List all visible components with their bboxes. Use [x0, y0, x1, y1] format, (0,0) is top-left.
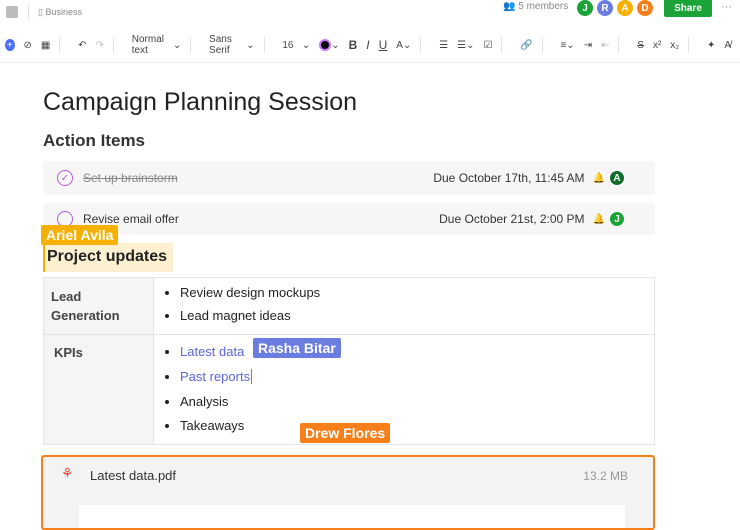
italic-icon[interactable]: I — [366, 38, 369, 52]
avatar[interactable]: R — [596, 0, 614, 17]
highlight-icon[interactable]: A⌄ — [396, 40, 411, 51]
task-due-date[interactable]: Due October 21st, 2:00 PM — [439, 212, 584, 226]
more-options-icon[interactable]: ··· — [721, 1, 732, 13]
assignee-avatar[interactable]: A — [609, 170, 625, 186]
task-due-date[interactable]: Due October 17th, 11:45 AM — [433, 171, 584, 185]
redo-icon[interactable]: ↷ — [96, 40, 104, 51]
link-icon[interactable]: 🔗 — [520, 40, 532, 51]
style-value: Normal text — [131, 34, 164, 56]
list-item: Review design mockups — [180, 285, 654, 300]
strikethrough-icon[interactable]: S — [637, 40, 644, 51]
link[interactable]: Latest data — [180, 344, 244, 359]
table-cell-label: KPIs — [43, 334, 154, 445]
checklist-icon[interactable]: ☑ — [483, 40, 492, 51]
share-button[interactable]: Share — [664, 0, 712, 17]
style-dropdown[interactable]: Normal text ⌄ — [132, 34, 181, 56]
table-cell-label: Lead Generation — [43, 277, 154, 335]
add-icon[interactable]: + — [5, 39, 15, 51]
file-size: 13.2 MB — [583, 469, 628, 483]
cursor-label: Ariel Avila — [41, 225, 119, 245]
cursor-label: Rasha Bitar — [253, 338, 341, 358]
superscript-icon[interactable]: x² — [653, 40, 661, 51]
font-value: Sans Serif — [209, 34, 232, 56]
members-count[interactable]: 👥 5 members — [503, 1, 568, 12]
members-label: 5 members — [518, 1, 569, 12]
clear-format-icon[interactable]: A̸ — [724, 40, 731, 51]
breadcrumb-label: Business — [45, 7, 82, 17]
task-checkbox[interactable]: ✓ — [57, 170, 73, 186]
breadcrumb[interactable]: ▯ Business — [38, 7, 82, 18]
subscript-icon[interactable]: x₂ — [670, 40, 679, 51]
font-dropdown[interactable]: Sans Serif ⌄ — [209, 34, 255, 56]
page-title: Campaign Planning Session — [43, 88, 358, 116]
assignee-avatar[interactable]: J — [609, 211, 625, 227]
indent-icon[interactable]: ⇥ — [584, 40, 592, 51]
file-name: Latest data.pdf — [90, 468, 177, 483]
list-item: Lead magnet ideas — [180, 308, 654, 323]
size-value: 16 — [282, 39, 294, 51]
top-bar: ▯ Business 👥 5 members J R A D Share ··· — [0, 0, 740, 26]
magic-wand-icon[interactable]: ✦ — [707, 40, 715, 51]
task-item: ✓ Set up brainstorm Due October 17th, 11… — [43, 161, 655, 195]
updates-table: Lead Generation Review design mockups Le… — [43, 277, 655, 445]
expand-icon[interactable] — [6, 6, 18, 18]
section-heading: Project updates — [43, 243, 173, 272]
list-item: Takeaways — [180, 418, 654, 433]
pdf-icon: ⚘ — [61, 465, 74, 481]
avatar[interactable]: A — [616, 0, 634, 17]
bullet-list-icon[interactable]: ☰ — [439, 40, 448, 51]
task-text[interactable]: Set up brainstorm — [83, 171, 178, 185]
avatar[interactable]: J — [576, 0, 594, 17]
task-item: Revise email offer Due October 21st, 2:0… — [43, 203, 655, 235]
toolbar: + ⊘ ▦ ↶ ↷ Normal text ⌄ Sans Serif ⌄ 16 … — [0, 32, 740, 58]
size-dropdown[interactable]: 16 ⌄ — [282, 40, 310, 51]
numbered-list-icon[interactable]: ☰⌄ — [457, 40, 474, 51]
link[interactable]: Past reports — [180, 369, 250, 384]
check-icon[interactable]: ⊘ — [24, 40, 32, 51]
task-text[interactable]: Revise email offer — [83, 212, 179, 226]
file-attachment[interactable]: ⚘ Latest data.pdf 13.2 MB — [41, 455, 655, 530]
list-item: Analysis — [180, 394, 654, 409]
underline-icon[interactable]: U — [379, 38, 388, 52]
avatar[interactable]: D — [636, 0, 654, 17]
cursor-label: Drew Flores — [300, 423, 391, 443]
section-heading: Action Items — [43, 131, 146, 150]
align-icon[interactable]: ≡⌄ — [560, 40, 574, 51]
text-color-icon[interactable]: ⌄ — [319, 39, 340, 51]
bold-icon[interactable]: B — [349, 38, 358, 52]
bell-icon[interactable]: 🔔 — [593, 214, 605, 225]
calendar-icon[interactable]: ▦ — [41, 40, 50, 51]
bell-icon[interactable]: 🔔 — [593, 173, 605, 184]
undo-icon[interactable]: ↶ — [78, 40, 86, 51]
outdent-icon[interactable]: ⇤ — [601, 40, 609, 51]
